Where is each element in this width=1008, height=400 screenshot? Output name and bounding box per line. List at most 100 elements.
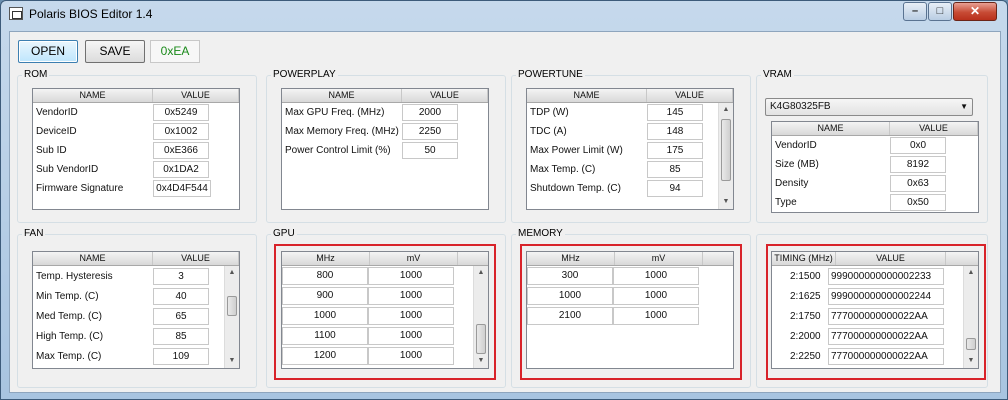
row-name: DeviceID bbox=[36, 126, 77, 137]
table-row: VendorID 0x0 bbox=[772, 136, 978, 155]
col-name-header[interactable]: NAME bbox=[33, 89, 153, 102]
col-mv-header[interactable]: mV bbox=[370, 252, 458, 265]
maximize-button[interactable]: □ bbox=[928, 2, 952, 21]
mhz-cell[interactable]: 1000 bbox=[282, 307, 368, 325]
col-name-header[interactable]: NAME bbox=[772, 122, 890, 135]
col-name-header[interactable]: NAME bbox=[33, 252, 153, 265]
title-bar[interactable]: Polaris BIOS Editor 1.4 – □ ✕ bbox=[1, 1, 1007, 27]
row-value[interactable]: 2000 bbox=[402, 104, 458, 121]
fan-header: NAME VALUE bbox=[33, 252, 239, 266]
scroll-thumb[interactable] bbox=[721, 119, 731, 181]
scroll-up-icon[interactable]: ▲ bbox=[225, 266, 239, 280]
close-button[interactable]: ✕ bbox=[953, 2, 997, 21]
mhz-cell[interactable]: 1000 bbox=[527, 287, 613, 305]
col-name-header[interactable]: NAME bbox=[282, 89, 402, 102]
row-value[interactable]: 109 bbox=[153, 347, 209, 365]
minimize-button[interactable]: – bbox=[903, 2, 927, 21]
col-value-header[interactable]: VALUE bbox=[153, 252, 239, 265]
row-value[interactable]: 85 bbox=[153, 327, 209, 345]
timing-scrollbar[interactable]: ▲ ▼ bbox=[963, 266, 978, 368]
rom-label: ROM bbox=[22, 69, 50, 81]
gpu-scrollbar[interactable]: ▲ ▼ bbox=[473, 266, 488, 368]
timing-value[interactable]: 999000000000002233 bbox=[828, 267, 944, 285]
scroll-thumb[interactable] bbox=[966, 338, 976, 350]
mv-cell[interactable]: 1000 bbox=[368, 267, 454, 285]
scroll-down-icon[interactable]: ▼ bbox=[719, 195, 733, 209]
checksum-display: 0xEA bbox=[150, 40, 200, 63]
row-value[interactable]: 0x5249 bbox=[153, 104, 209, 121]
col-name-header[interactable]: NAME bbox=[527, 89, 647, 102]
table-row: DeviceID 0x1002 bbox=[33, 122, 239, 141]
row-value[interactable]: 145 bbox=[647, 104, 703, 121]
row-value[interactable]: 0xE366 bbox=[153, 142, 209, 159]
col-value-header[interactable]: VALUE bbox=[836, 252, 946, 265]
mhz-cell[interactable]: 900 bbox=[282, 287, 368, 305]
save-button[interactable]: SAVE bbox=[85, 40, 145, 63]
scroll-up-icon[interactable]: ▲ bbox=[964, 266, 978, 280]
row-value[interactable]: 50 bbox=[402, 142, 458, 159]
col-value-header[interactable]: VALUE bbox=[890, 122, 978, 135]
row-value[interactable]: 8192 bbox=[890, 156, 946, 173]
mv-cell[interactable]: 1000 bbox=[368, 327, 454, 345]
timing-value[interactable]: 777000000000022AA bbox=[828, 307, 944, 325]
col-mv-header[interactable]: mV bbox=[615, 252, 703, 265]
row-value[interactable]: 0x1002 bbox=[153, 123, 209, 140]
col-value-header[interactable]: VALUE bbox=[153, 89, 239, 102]
scroll-down-icon[interactable]: ▼ bbox=[474, 354, 488, 368]
mhz-cell[interactable]: 1200 bbox=[282, 347, 368, 365]
row-name: Max Power Limit (W) bbox=[530, 145, 623, 156]
col-mhz-header[interactable]: MHz bbox=[282, 252, 370, 265]
row-name: Type bbox=[775, 197, 797, 208]
scroll-thumb[interactable] bbox=[476, 324, 486, 354]
col-timing-header[interactable]: TIMING (MHz) bbox=[772, 252, 836, 265]
row-value[interactable]: 3 bbox=[153, 267, 209, 285]
scroll-down-icon[interactable]: ▼ bbox=[964, 354, 978, 368]
mhz-cell[interactable]: 1100 bbox=[282, 327, 368, 345]
mv-cell[interactable]: 1000 bbox=[368, 347, 454, 365]
col-mhz-header[interactable]: MHz bbox=[527, 252, 615, 265]
col-value-header[interactable]: VALUE bbox=[647, 89, 733, 102]
row-value[interactable]: 2250 bbox=[402, 123, 458, 140]
mv-cell[interactable]: 1000 bbox=[613, 287, 699, 305]
row-name: Firmware Signature bbox=[36, 183, 124, 194]
powertune-scrollbar[interactable]: ▲ ▼ bbox=[718, 103, 733, 209]
open-button[interactable]: OPEN bbox=[18, 40, 78, 63]
timing-value[interactable]: 999000000000002244 bbox=[828, 287, 944, 305]
chevron-down-icon: ▼ bbox=[960, 102, 968, 111]
scroll-up-icon[interactable]: ▲ bbox=[474, 266, 488, 280]
row-value[interactable]: 0x50 bbox=[890, 194, 946, 211]
col-value-header[interactable]: VALUE bbox=[402, 89, 488, 102]
row-value[interactable]: 0x4D4F544 bbox=[153, 180, 211, 197]
mv-cell[interactable]: 1000 bbox=[613, 267, 699, 285]
fan-scrollbar[interactable]: ▲ ▼ bbox=[224, 266, 239, 368]
row-value[interactable]: 175 bbox=[647, 142, 703, 159]
row-value[interactable]: 65 bbox=[153, 307, 209, 325]
window-title: Polaris BIOS Editor 1.4 bbox=[29, 7, 153, 21]
scroll-up-icon[interactable]: ▲ bbox=[719, 103, 733, 117]
timing-value[interactable]: 777000000000022AA bbox=[828, 347, 944, 365]
mhz-cell[interactable]: 2100 bbox=[527, 307, 613, 325]
table-row: 2:1625 999000000000002244 bbox=[772, 286, 978, 306]
memory-header: MHz mV bbox=[527, 252, 733, 266]
row-value[interactable]: 0x1DA2 bbox=[153, 161, 209, 178]
table-row: Power Control Limit (%) 50 bbox=[282, 141, 488, 160]
row-value[interactable]: 40 bbox=[153, 287, 209, 305]
row-value[interactable]: 0x63 bbox=[890, 175, 946, 192]
row-value[interactable]: 94 bbox=[647, 180, 703, 197]
timing-value[interactable]: 777000000000022AA bbox=[828, 327, 944, 345]
mv-cell[interactable]: 1000 bbox=[613, 307, 699, 325]
mv-cell[interactable]: 1000 bbox=[368, 287, 454, 305]
row-value[interactable]: 0x0 bbox=[890, 137, 946, 154]
scroll-thumb[interactable] bbox=[227, 296, 237, 316]
powerplay-label: POWERPLAY bbox=[271, 69, 338, 81]
table-row: 1200 1000 bbox=[282, 346, 488, 366]
row-name: Max Temp. (C) bbox=[530, 164, 596, 175]
mv-cell[interactable]: 1000 bbox=[368, 307, 454, 325]
scroll-down-icon[interactable]: ▼ bbox=[225, 354, 239, 368]
row-value[interactable]: 85 bbox=[647, 161, 703, 178]
timing-mhz: 2:2250 bbox=[790, 350, 821, 362]
row-value[interactable]: 148 bbox=[647, 123, 703, 140]
mhz-cell[interactable]: 300 bbox=[527, 267, 613, 285]
vram-select[interactable]: K4G80325FB ▼ bbox=[765, 98, 973, 116]
mhz-cell[interactable]: 800 bbox=[282, 267, 368, 285]
